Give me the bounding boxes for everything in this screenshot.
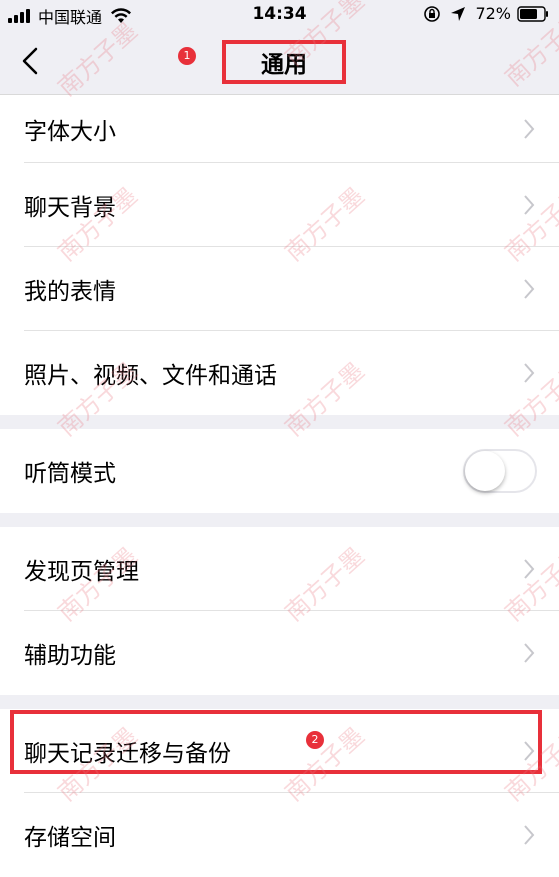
group-gap (0, 415, 559, 429)
group-gap (0, 513, 559, 527)
settings-group-2: 听筒模式 (0, 429, 559, 513)
row-media-files-calls[interactable]: 照片、视频、文件和通话 (0, 331, 559, 415)
orientation-lock-icon (424, 5, 441, 22)
toggle-knob (465, 451, 505, 491)
row-discover-management[interactable]: 发现页管理 (0, 527, 559, 611)
chevron-right-icon (524, 279, 535, 299)
row-label: 照片、视频、文件和通话 (24, 363, 277, 389)
status-right: 72% (423, 4, 549, 23)
group-gap (0, 695, 559, 709)
page-title: 通用 (261, 52, 307, 78)
row-earpiece-mode: 听筒模式 (0, 429, 559, 513)
earpiece-mode-toggle[interactable] (463, 449, 537, 493)
row-label: 听筒模式 (24, 461, 116, 487)
nav-bar: 1 通用 (0, 30, 559, 95)
chevron-right-icon (524, 119, 535, 139)
row-label: 发现页管理 (24, 559, 139, 585)
battery-percent: 72% (475, 4, 511, 23)
row-font-size[interactable]: 字体大小 (0, 95, 559, 163)
location-icon (451, 6, 466, 21)
row-chat-background[interactable]: 聊天背景 (0, 163, 559, 247)
annotation-badge-1: 1 (178, 47, 196, 65)
chevron-right-icon (524, 363, 535, 383)
title-highlight-box: 通用 (222, 40, 346, 84)
battery-icon (517, 5, 548, 22)
row-label: 存储空间 (24, 825, 116, 851)
row-label: 我的表情 (24, 279, 116, 305)
settings-group-1: 字体大小 聊天背景 我的表情 照片、视频、文件和通话 (0, 95, 559, 415)
chevron-right-icon (524, 559, 535, 579)
chevron-right-icon (524, 825, 535, 845)
chevron-right-icon (524, 195, 535, 215)
row-label: 辅助功能 (24, 643, 116, 669)
row-chat-history-backup[interactable]: 聊天记录迁移与备份 (0, 709, 559, 793)
row-storage[interactable]: 存储空间 (0, 793, 559, 877)
row-label: 聊天记录迁移与备份 (24, 741, 231, 767)
row-accessibility[interactable]: 辅助功能 (0, 611, 559, 695)
row-my-stickers[interactable]: 我的表情 (0, 247, 559, 331)
back-arrow-icon[interactable] (18, 46, 42, 76)
chevron-right-icon (524, 741, 535, 761)
row-label: 字体大小 (24, 119, 116, 145)
annotation-badge-2: 2 (306, 731, 324, 749)
chevron-right-icon (524, 643, 535, 663)
status-bar: 中国联通 14:34 72% (0, 0, 559, 30)
settings-group-3: 发现页管理 辅助功能 (0, 527, 559, 695)
settings-list: 字体大小 聊天背景 我的表情 照片、视频、文件和通话 听筒模式 发现页管理 辅助… (0, 95, 559, 877)
row-label: 聊天背景 (24, 195, 116, 221)
settings-group-4: 聊天记录迁移与备份 存储空间 (0, 709, 559, 877)
